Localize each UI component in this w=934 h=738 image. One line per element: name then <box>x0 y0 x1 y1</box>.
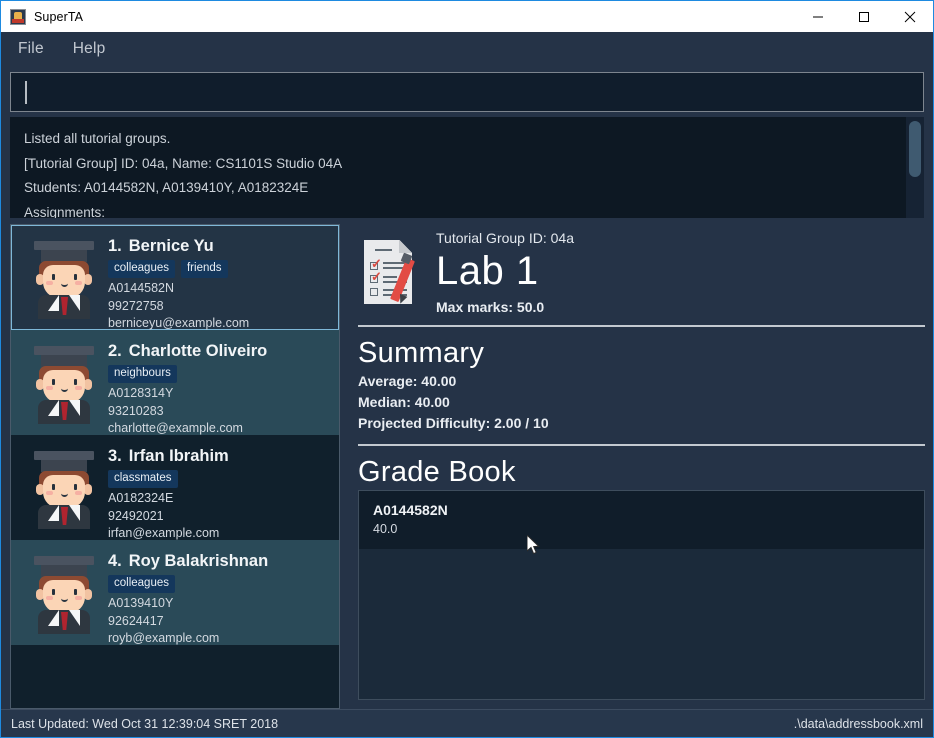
list-item[interactable]: 1. Bernice Yu colleagues friends A0144582… <box>11 225 339 330</box>
assignment-meta: Tutorial Group ID: 04a Lab 1 Max marks: … <box>436 226 925 315</box>
person-tag: colleagues <box>108 575 175 593</box>
assignment-header: ✓ ✓ Tutorial Group ID: 04a Lab 1 Max mar… <box>358 224 925 315</box>
person-student-id: A0139410Y <box>108 596 174 610</box>
avatar <box>30 241 98 319</box>
person-name: 1. Bernice Yu <box>108 237 330 256</box>
person-info: 4. Roy Balakrishnan colleagues A0139410Y … <box>108 548 330 648</box>
person-name: 2. Charlotte Oliveiro <box>108 342 330 361</box>
person-name: 3. Irfan Ibrahim <box>108 447 330 466</box>
gradebook-container: A0144582N 40.0 <box>358 490 925 709</box>
person-email: irfan@example.com <box>108 526 220 540</box>
avatar <box>30 556 98 634</box>
person-info: 1. Bernice Yu colleagues friends A0144582… <box>108 233 330 333</box>
person-tag: colleagues <box>108 260 175 278</box>
person-list[interactable]: 1. Bernice Yu colleagues friends A0144582… <box>10 224 340 709</box>
window-controls <box>795 1 933 32</box>
person-list-pane: 1. Bernice Yu colleagues friends A0144582… <box>1 224 340 709</box>
person-name-text: Charlotte Oliveiro <box>128 342 268 360</box>
person-name-text: Roy Balakrishnan <box>128 552 269 570</box>
maximize-icon[interactable] <box>841 1 887 32</box>
summary-median: Median: 40.00 <box>358 394 450 410</box>
minimize-icon[interactable] <box>795 1 841 32</box>
tag-row: classmates <box>108 470 330 488</box>
result-line: Listed all tutorial groups. <box>24 131 171 146</box>
list-item[interactable]: 3. Irfan Ibrahim classmates A0182324E 924… <box>11 435 339 540</box>
text-caret <box>25 80 27 104</box>
gradebook-mark: 40.0 <box>373 522 398 536</box>
clipboard-checklist-icon: ✓ ✓ <box>364 240 422 306</box>
person-name-text: Irfan Ibrahim <box>128 447 229 465</box>
person-tag: neighbours <box>108 365 177 383</box>
person-name: 4. Roy Balakrishnan <box>108 552 330 571</box>
app-window: SuperTA File Help Listed all tutorial gr… <box>0 0 934 738</box>
person-index: 3. <box>108 447 122 465</box>
result-scrollbar-thumb[interactable] <box>909 121 921 177</box>
person-phone: 93210283 <box>108 403 164 418</box>
summary-difficulty: Projected Difficulty: 2.00 / 10 <box>358 415 549 431</box>
result-line: [Tutorial Group] ID: 04a, Name: CS1101S … <box>24 155 343 171</box>
person-student-id: A0128314Y <box>108 386 174 400</box>
person-phone: 99272758 <box>108 298 164 313</box>
close-icon[interactable] <box>887 1 933 32</box>
person-email: berniceyu@example.com <box>108 316 250 330</box>
person-student-id: A0144582N <box>108 281 175 295</box>
person-student-id: A0182324E <box>108 491 174 505</box>
title-bar: SuperTA <box>1 1 933 32</box>
person-index: 1. <box>108 237 122 255</box>
person-phone: 92492021 <box>108 508 164 523</box>
divider <box>358 444 925 446</box>
gradebook-list[interactable]: A0144582N 40.0 <box>358 490 925 700</box>
command-input[interactable] <box>10 72 924 112</box>
tag-row: colleagues friends <box>108 260 330 278</box>
person-index: 4. <box>108 552 122 570</box>
command-input-container <box>1 66 933 112</box>
result-text: Listed all tutorial groups. [Tutorial Gr… <box>10 117 906 218</box>
main-body: 1. Bernice Yu colleagues friends A0144582… <box>1 218 933 709</box>
summary-average: Average: 40.00 <box>358 373 457 389</box>
summary-section: Summary Average: 40.00 Median: 40.00 Pro… <box>358 335 925 434</box>
tutorial-group-id: Tutorial Group ID: 04a <box>436 230 574 246</box>
avatar <box>30 451 98 529</box>
assignment-detail-pane: ✓ ✓ Tutorial Group ID: 04a Lab 1 Max mar… <box>340 224 933 709</box>
max-marks: Max marks: 50.0 <box>436 299 545 315</box>
status-bar: Last Updated: Wed Oct 31 12:39:04 SRET 2… <box>1 709 933 737</box>
avatar <box>30 346 98 424</box>
person-name-text: Bernice Yu <box>128 237 214 255</box>
menu-item-help[interactable]: Help <box>70 37 118 62</box>
result-display-container: Listed all tutorial groups. [Tutorial Gr… <box>1 112 933 218</box>
person-info: 2. Charlotte Oliveiro neighbours A0128314… <box>108 338 330 438</box>
divider <box>358 325 925 327</box>
tag-row: neighbours <box>108 365 330 383</box>
app-icon <box>10 8 26 25</box>
person-tag: friends <box>180 260 228 278</box>
result-scrollbar[interactable] <box>906 117 924 218</box>
menu-bar: File Help <box>1 32 933 66</box>
status-last-updated: Last Updated: Wed Oct 31 12:39:04 SRET 2… <box>11 716 279 731</box>
status-file-path: .\data\addressbook.xml <box>793 716 923 731</box>
person-email: charlotte@example.com <box>108 421 243 435</box>
assignment-name: Lab 1 <box>436 249 539 293</box>
gradebook-student-id: A0144582N <box>373 502 448 518</box>
window-title: SuperTA <box>34 9 84 24</box>
result-line: Assignments: <box>24 204 106 219</box>
person-tag: classmates <box>108 470 178 488</box>
person-info: 3. Irfan Ibrahim classmates A0182324E 924… <box>108 443 330 543</box>
gradebook-title: Grade Book <box>358 456 516 488</box>
result-display: Listed all tutorial groups. [Tutorial Gr… <box>10 117 924 218</box>
result-line: Students: A0144582N, A0139410Y, A0182324… <box>24 180 309 195</box>
summary-title: Summary <box>358 337 485 369</box>
list-item[interactable]: 4. Roy Balakrishnan colleagues A0139410Y … <box>11 540 339 645</box>
menu-item-file[interactable]: File <box>15 37 56 62</box>
person-email: royb@example.com <box>108 631 220 645</box>
list-item[interactable]: 2. Charlotte Oliveiro neighbours A0128314… <box>11 330 339 435</box>
table-row[interactable]: A0144582N 40.0 <box>359 491 924 549</box>
gradebook-section: Grade Book <box>358 454 925 490</box>
tag-row: colleagues <box>108 575 330 593</box>
person-phone: 92624417 <box>108 613 164 628</box>
person-index: 2. <box>108 342 122 360</box>
